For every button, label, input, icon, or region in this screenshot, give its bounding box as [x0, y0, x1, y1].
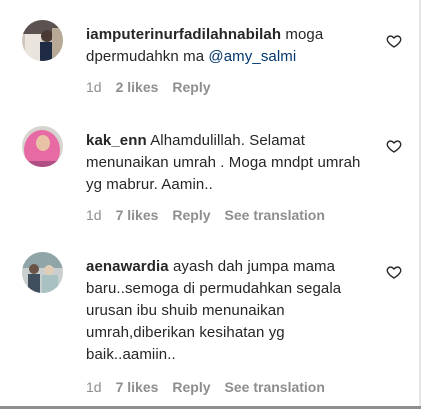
comment-time: 1d [86, 79, 102, 95]
see-translation-button[interactable]: See translation [225, 207, 325, 223]
reply-button[interactable]: Reply [172, 379, 210, 395]
reply-button[interactable]: Reply [172, 207, 210, 223]
heart-outline-icon[interactable] [386, 138, 402, 154]
reply-button[interactable]: Reply [172, 79, 210, 95]
comment-username[interactable]: aenawardia [86, 258, 169, 275]
comment-likes[interactable]: 7 likes [116, 379, 159, 395]
comment-meta: 1d 2 likes Reply [86, 79, 225, 95]
comment-username[interactable]: iamputerinurfadilahnabilah [86, 26, 281, 43]
avatar[interactable] [22, 126, 63, 167]
comment-username[interactable]: kak_enn [86, 132, 147, 149]
avatar[interactable] [22, 20, 63, 61]
heart-outline-icon[interactable] [386, 264, 402, 280]
comment-meta: 1d 7 likes Reply See translation [86, 379, 339, 395]
see-translation-button[interactable]: See translation [225, 379, 325, 395]
heart-outline-icon[interactable] [386, 33, 402, 49]
comment-text: iamputerinurfadilahnabilah moga dpermuda… [86, 24, 376, 68]
comment-time: 1d [86, 207, 102, 223]
comment-text: aenawardia ayash dah jumpa mama baru..se… [86, 256, 376, 366]
comment-likes[interactable]: 2 likes [116, 79, 159, 95]
comment-meta: 1d 7 likes Reply See translation [86, 207, 339, 223]
comment-text: kak_enn Alhamdulillah. Selamat menunaika… [86, 130, 376, 196]
comment-likes[interactable]: 7 likes [116, 207, 159, 223]
avatar[interactable] [22, 252, 63, 293]
comment-mention[interactable]: @amy_salmi [208, 48, 296, 65]
comment-time: 1d [86, 379, 102, 395]
